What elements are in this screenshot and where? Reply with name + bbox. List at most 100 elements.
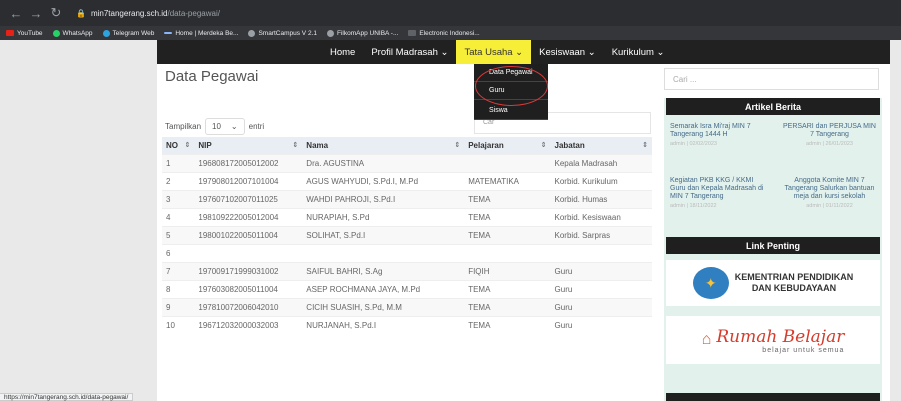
page-viewport: Home Profil Madrasah ⌄ Tata Usaha ⌄ Kesi… (0, 40, 901, 401)
table-row: 4 198109222005012004 NURAPIAH, S.Pd TEMA Kor… (162, 208, 652, 227)
column-header-nip[interactable]: NIP ⇕ (194, 137, 303, 155)
menu-kesiswaan[interactable]: Kesiswaan ⌄ (531, 40, 604, 64)
table-row: 10 196712032000032003 NURJANAH, S.Pd.I TEMA… (162, 316, 652, 334)
cell-nama: WAHDI PAHROJI, S.Pd.I (302, 190, 465, 209)
reload-icon[interactable]: ↻ (48, 5, 64, 21)
chevron-down-icon: ⌄ (230, 122, 238, 131)
article-title: Anggota Komite MIN 7 Tangerang Salurkan … (784, 177, 875, 200)
cell-nama: ASEP ROCHMANA JAYA, M.Pd (302, 280, 465, 299)
menu-kurikulum[interactable]: Kurikulum ⌄ (604, 40, 673, 64)
menu-profil-madrasah[interactable]: Profil Madrasah ⌄ (363, 40, 456, 64)
article-item[interactable]: Kegiatan PKB KKG / KKMI Guru dan Kepala … (670, 177, 765, 210)
sort-icon[interactable]: ⇕ (454, 141, 460, 149)
table-row: 9 197810072006042010 CICIH SUASIH, S.Pd, M… (162, 298, 652, 317)
cell-nip: 198001022005011004 (194, 226, 303, 245)
cell-pelajaran: TEMA (464, 208, 551, 227)
cell-nip: 196808172005012002 (194, 154, 303, 173)
column-header-pelajaran[interactable]: Pelajaran ⇕ (464, 137, 551, 155)
rumah-belajar-label: Rumah Belajar belajar untuk semua (716, 326, 845, 354)
telegram-icon (102, 29, 110, 37)
red-highlight-circle (475, 66, 548, 106)
sidebar: Artikel Berita Semarak Isra Mi'raj MIN 7… (664, 98, 882, 401)
link-rumah-belajar[interactable]: ⌂ Rumah Belajar belajar untuk semua (666, 316, 880, 364)
cell-nama: AGUS WAHYUDI, S.Pd.I, M.Pd (302, 172, 465, 191)
entries-select[interactable]: 10 ⌄ (205, 118, 245, 135)
bookmark-label: Telegram Web (112, 29, 155, 37)
cell-no: 6 (162, 244, 195, 263)
sort-icon[interactable]: ⇕ (292, 141, 298, 149)
cell-no: 9 (162, 298, 195, 317)
cell-nama: CICIH SUASIH, S.Pd, M.M (302, 298, 465, 317)
article-item[interactable]: Semarak Isra Mi'raj MIN 7 Tangerang 1444… (670, 123, 765, 148)
back-icon[interactable]: ← (8, 6, 24, 21)
bookmark-whatsapp[interactable]: WhatsApp (52, 29, 93, 37)
page-title: Data Pegawai (165, 68, 259, 85)
table-row: 5 198001022005011004 SOLIHAT, S.Pd.I TEMA Ko… (162, 226, 652, 245)
articles-header: Artikel Berita (666, 98, 880, 115)
forward-icon[interactable]: → (28, 6, 44, 21)
employee-table: NO ⇕ NIP ⇕ Nama ⇕ Pelajaran ⇕ Jabatan ⇕ … (162, 137, 652, 334)
article-title: Kegiatan PKB KKG / KKMI Guru dan Kepala … (670, 177, 764, 200)
bookmark-label: YouTube (17, 29, 43, 37)
page-icon (408, 30, 417, 36)
article-item[interactable]: PERSARI dan PERJUSA MIN 7 Tangerang admin… (782, 123, 877, 148)
article-title: PERSARI dan PERJUSA MIN 7 Tangerang (783, 123, 876, 138)
cell-pelajaran: MATEMATIKA (464, 172, 551, 191)
column-header-jabatan[interactable]: Jabatan ⇕ (550, 137, 652, 155)
sort-icon[interactable]: ⇕ (185, 141, 191, 149)
cell-nama (302, 244, 465, 263)
bookmarks-bar: YouTube WhatsApp Telegram Web Home | Mer… (0, 26, 901, 40)
menu-home[interactable]: Home (322, 40, 363, 64)
cell-no: 7 (162, 262, 195, 281)
article-meta: admin | 18/11/2022 (670, 203, 717, 209)
bookmark-electronic[interactable]: Electronic Indonesi... (408, 30, 480, 37)
bookmark-youtube[interactable]: YouTube (6, 30, 43, 37)
search-input[interactable]: Cari ... (664, 68, 879, 90)
bookmark-merdeka[interactable]: Home | Merdeka Be... (164, 30, 238, 37)
bookmark-filkomapp[interactable]: FilkomApp UNIBA -... (326, 29, 399, 37)
bookmark-smartcampus[interactable]: SmartCampus V 2.1 (248, 29, 317, 37)
sort-icon[interactable]: ⇕ (642, 141, 648, 149)
cell-pelajaran: TEMA (464, 226, 551, 245)
sort-icon[interactable]: ⇕ (541, 141, 547, 149)
article-item[interactable]: Anggota Komite MIN 7 Tangerang Salurkan … (782, 177, 877, 210)
bookmark-label: FilkomApp UNIBA -... (336, 29, 399, 37)
column-header-nama[interactable]: Nama ⇕ (302, 137, 465, 155)
download-header (666, 393, 880, 401)
cell-nip: 197908012007101004 (194, 172, 303, 191)
lock-icon: 🔒 (76, 8, 86, 18)
cell-nama: NURAPIAH, S.Pd (302, 208, 465, 227)
cell-pelajaran: TEMA (464, 280, 551, 299)
column-header-no[interactable]: NO ⇕ (162, 137, 195, 155)
rumah-belajar-icon: ⌂ (701, 331, 712, 348)
cell-no: 10 (162, 316, 195, 334)
cell-pelajaran: TEMA (464, 298, 551, 317)
kemdikbud-label: KEMENTRIAN PENDIDIKAN DAN KEBUDAYAAN (734, 272, 854, 293)
cell-jabatan: Korbid. Kesiswaan (550, 208, 652, 227)
main-content: Home Profil Madrasah ⌄ Tata Usaha ⌄ Kesi… (157, 40, 890, 401)
cell-jabatan: Guru (550, 316, 652, 334)
cell-nip: 197810072006042010 (194, 298, 303, 317)
tut-wuri-handayani-icon: ✦ (692, 267, 729, 299)
cell-jabatan: Korbid. Sarpras (550, 226, 652, 245)
bookmark-label: SmartCampus V 2.1 (258, 29, 317, 37)
article-meta: admin | 02/02/2023 (670, 141, 717, 147)
cell-nip: 198109222005012004 (194, 208, 303, 227)
article-title: Semarak Isra Mi'raj MIN 7 Tangerang 1444… (670, 123, 751, 138)
cell-jabatan: Guru (550, 298, 652, 317)
browser-toolbar: ← → ↻ 🔒 min7tangerang.sch.id /data-pegaw… (0, 0, 901, 26)
cell-nama: SAIFUL BAHRI, S.Ag (302, 262, 465, 281)
status-bar-url: https://min7tangerang.sch.id/data-pegawa… (0, 393, 134, 401)
cell-nip: 197607102007011025 (194, 190, 303, 209)
bookmark-telegram[interactable]: Telegram Web (102, 29, 155, 37)
cell-nama: Dra. AGUSTINA (302, 154, 465, 173)
link-kemdikbud[interactable]: ✦ KEMENTRIAN PENDIDIKAN DAN KEBUDAYAAN (666, 260, 880, 306)
entries-label: entri (248, 122, 265, 131)
url-path: /data-pegawai/ (167, 8, 220, 18)
address-bar[interactable]: 🔒 min7tangerang.sch.id /data-pegawai/ (76, 9, 220, 18)
cell-jabatan: Korbid. Humas (550, 190, 652, 209)
cell-pelajaran: TEMA (464, 190, 551, 209)
cell-no: 4 (162, 208, 195, 227)
length-label: Tampilkan (165, 122, 202, 131)
menu-tata-usaha[interactable]: Tata Usaha ⌄ (456, 40, 532, 64)
